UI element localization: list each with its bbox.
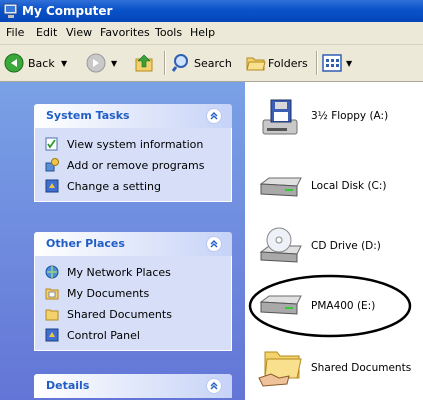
- panel-title: Details: [46, 379, 90, 392]
- task-change-setting[interactable]: Change a setting: [35, 176, 231, 197]
- system-tasks-header[interactable]: System Tasks: [34, 104, 232, 128]
- computer-icon: [3, 3, 18, 18]
- search-button[interactable]: Search: [172, 53, 238, 73]
- control-panel-icon: [45, 328, 59, 342]
- system-info-icon: [45, 137, 58, 151]
- menu-help[interactable]: Help: [190, 26, 215, 39]
- floppy-drive-icon: [262, 99, 298, 135]
- menu-file[interactable]: File: [6, 26, 24, 39]
- folders-icon: [246, 57, 266, 71]
- network-places-icon: [45, 265, 59, 279]
- forward-button[interactable]: ▼: [86, 53, 128, 73]
- search-icon: [172, 54, 188, 72]
- place-shared-documents[interactable]: Shared Documents: [35, 304, 231, 325]
- forward-arrow-icon: [86, 53, 106, 73]
- up-button[interactable]: [134, 53, 158, 73]
- panel-title: Other Places: [46, 237, 125, 250]
- details-panel: Details: [34, 374, 232, 398]
- toolbar-separator: [316, 51, 318, 75]
- panel-title: System Tasks: [46, 109, 130, 122]
- add-remove-programs-icon: [45, 158, 59, 172]
- folder-up-icon: [135, 54, 153, 72]
- title-bar[interactable]: My Computer: [0, 0, 423, 22]
- other-places-panel: Other Places My Network Places My Docume…: [34, 232, 232, 351]
- hard-disk-icon: [259, 177, 302, 197]
- menu-tools[interactable]: Tools: [155, 26, 182, 39]
- task-pane: System Tasks View system information Add…: [0, 82, 245, 400]
- place-my-network-places[interactable]: My Network Places: [35, 262, 231, 283]
- window-title: My Computer: [22, 4, 113, 18]
- cd-drive-icon: [259, 227, 302, 263]
- toolbar: Back ▼ ▼ Search Folders ▼: [0, 45, 423, 82]
- drive-cd-d[interactable]: CD Drive (D:): [245, 220, 423, 270]
- menu-bar: File Edit View Favorites Tools Help: [0, 22, 423, 45]
- task-add-remove-programs[interactable]: Add or remove programs: [35, 155, 231, 176]
- menu-favorites[interactable]: Favorites: [100, 26, 150, 39]
- control-panel-icon: [45, 179, 59, 193]
- other-places-header[interactable]: Other Places: [34, 232, 232, 256]
- highlight-ellipse: [248, 274, 412, 338]
- views-button[interactable]: ▼: [322, 53, 358, 73]
- views-icon: [322, 54, 342, 72]
- system-tasks-panel: System Tasks View system information Add…: [34, 104, 232, 202]
- collapse-chevron-icon[interactable]: [206, 378, 222, 394]
- drive-floppy-a[interactable]: 3½ Floppy (A:): [245, 92, 423, 142]
- shared-folder-icon: [45, 309, 59, 321]
- content-pane: 3½ Floppy (A:) Local Disk (C:) CD Drive …: [245, 82, 423, 400]
- details-header[interactable]: Details: [34, 374, 232, 398]
- task-view-system-info[interactable]: View system information: [35, 134, 231, 155]
- menu-view[interactable]: View: [66, 26, 92, 39]
- toolbar-separator: [164, 51, 166, 75]
- place-my-documents[interactable]: My Documents: [35, 283, 231, 304]
- collapse-chevron-icon[interactable]: [206, 236, 222, 252]
- back-dropdown-icon[interactable]: ▼: [61, 59, 67, 68]
- forward-dropdown-icon[interactable]: ▼: [111, 59, 117, 68]
- folders-button[interactable]: Folders: [246, 53, 312, 73]
- views-dropdown-icon[interactable]: ▼: [346, 59, 352, 68]
- collapse-chevron-icon[interactable]: [206, 108, 222, 124]
- back-arrow-icon: [4, 53, 24, 73]
- shared-folder-icon: [258, 351, 302, 387]
- back-button[interactable]: Back ▼: [4, 53, 82, 73]
- my-documents-icon: [45, 288, 59, 300]
- menu-edit[interactable]: Edit: [36, 26, 57, 39]
- place-control-panel[interactable]: Control Panel: [35, 325, 231, 346]
- drive-local-disk-c[interactable]: Local Disk (C:): [245, 160, 423, 210]
- folder-shared-documents[interactable]: Shared Documents: [245, 342, 423, 392]
